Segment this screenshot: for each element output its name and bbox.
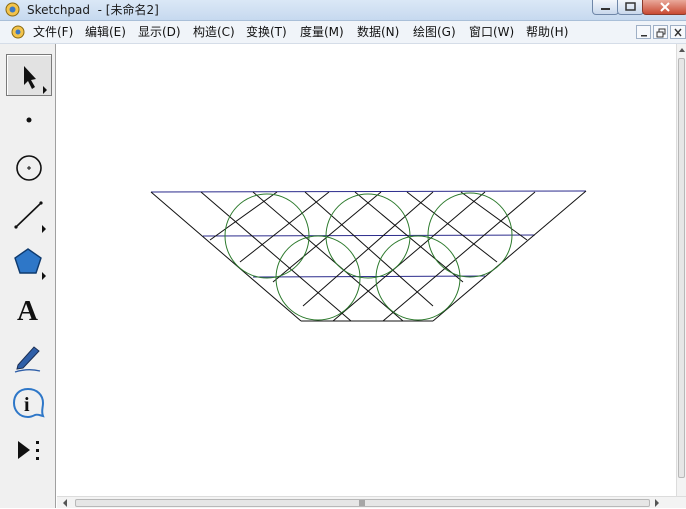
geometry-figure <box>150 190 587 322</box>
scroll-right-arrow-icon[interactable] <box>651 497 663 509</box>
segment-icon <box>14 201 46 233</box>
menu-transform[interactable]: 变换(T) <box>246 24 287 40</box>
point-tool[interactable] <box>6 100 52 142</box>
text-tool[interactable]: A <box>6 288 52 330</box>
minimize-icon <box>601 8 610 10</box>
horizontal-scrollbar[interactable] <box>57 496 686 508</box>
doc-close-button[interactable] <box>670 25 686 39</box>
vertical-scrollbar[interactable] <box>676 44 686 496</box>
custom-tool[interactable] <box>6 429 52 471</box>
close-icon <box>674 28 682 37</box>
custom-tool-icon <box>18 441 39 460</box>
sketch-canvas[interactable] <box>57 44 676 496</box>
menu-bar: 文件(F) 编辑(E) 显示(D) 构造(C) 变换(T) 度量(M) 数据(N… <box>0 21 686 44</box>
restore-icon <box>625 2 636 11</box>
document-icon[interactable] <box>11 25 25 39</box>
maximize-button[interactable] <box>617 0 644 15</box>
menu-edit[interactable]: 编辑(E) <box>85 24 126 40</box>
left-side <box>150 191 302 322</box>
menu-display[interactable]: 显示(D) <box>138 24 181 40</box>
menu-graph[interactable]: 绘图(G) <box>413 24 456 40</box>
circle-icon <box>16 155 42 181</box>
minimize-icon <box>641 35 647 37</box>
scroll-left-arrow-icon[interactable] <box>59 497 71 509</box>
window-title: Sketchpad - [未命名2] <box>27 3 159 17</box>
menu-file[interactable]: 文件(F) <box>33 24 73 40</box>
title-bar: Sketchpad - [未命名2] <box>0 0 686 21</box>
arrow-tool[interactable] <box>6 54 52 96</box>
polygon-tool[interactable] <box>6 241 52 283</box>
menu-data[interactable]: 数据(N) <box>357 24 399 40</box>
doc-minimize-button[interactable] <box>636 25 651 39</box>
right-side <box>432 190 587 322</box>
minimize-button[interactable] <box>592 0 619 15</box>
menu-construct[interactable]: 构造(C) <box>193 24 235 40</box>
toolbox: A i <box>0 44 56 508</box>
circles <box>224 192 513 321</box>
middle-line <box>202 234 536 237</box>
restore-icon <box>656 28 666 38</box>
straightedge-tool[interactable] <box>6 194 52 236</box>
arrow-select-icon <box>24 66 47 94</box>
marker-tool[interactable] <box>6 335 52 377</box>
doc-restore-button[interactable] <box>653 25 668 39</box>
sketchpad-app-icon <box>5 2 20 17</box>
text-A-icon: A <box>17 295 38 327</box>
grip-icon <box>359 500 365 506</box>
compass-tool[interactable] <box>6 147 52 189</box>
scroll-up-arrow-icon[interactable] <box>677 44 686 56</box>
point-icon <box>26 117 32 123</box>
horizontal-scroll-thumb[interactable] <box>75 499 650 507</box>
menu-help[interactable]: 帮助(H) <box>526 24 568 40</box>
top-line <box>150 190 587 193</box>
menu-window[interactable]: 窗口(W) <box>469 24 514 40</box>
diagonals-down-left <box>209 191 536 322</box>
close-button[interactable] <box>642 0 686 15</box>
marker-pen-icon <box>14 346 41 373</box>
svg-text:i: i <box>24 394 30 416</box>
pentagon-icon <box>14 248 46 280</box>
info-icon: i <box>12 387 45 419</box>
close-icon <box>660 2 670 12</box>
circle-bottom-left <box>275 235 361 321</box>
svg-text:A: A <box>17 295 38 327</box>
menu-measure[interactable]: 度量(M) <box>300 24 344 40</box>
information-tool[interactable]: i <box>6 382 52 424</box>
vertical-scroll-thumb[interactable] <box>678 58 685 478</box>
lower-line <box>252 275 486 278</box>
